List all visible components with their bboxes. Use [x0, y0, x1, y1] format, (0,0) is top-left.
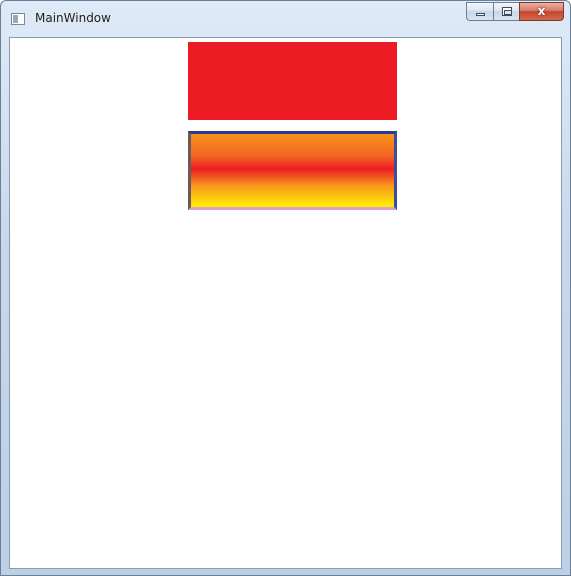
app-window-icon[interactable] [11, 13, 25, 25]
minimize-icon [476, 13, 485, 16]
minimize-button[interactable] [466, 2, 493, 21]
caption-buttons: x [466, 2, 564, 23]
title-bar[interactable]: MainWindow x [1, 1, 570, 37]
maximize-icon [502, 7, 512, 16]
close-button[interactable]: x [519, 2, 564, 21]
red-rectangle [188, 42, 397, 120]
maximize-button[interactable] [493, 2, 519, 21]
gradient-rectangle [188, 131, 397, 210]
close-icon: x [537, 4, 546, 18]
main-window: MainWindow x [0, 0, 571, 576]
window-client-area [9, 37, 562, 569]
window-title: MainWindow [35, 11, 111, 25]
